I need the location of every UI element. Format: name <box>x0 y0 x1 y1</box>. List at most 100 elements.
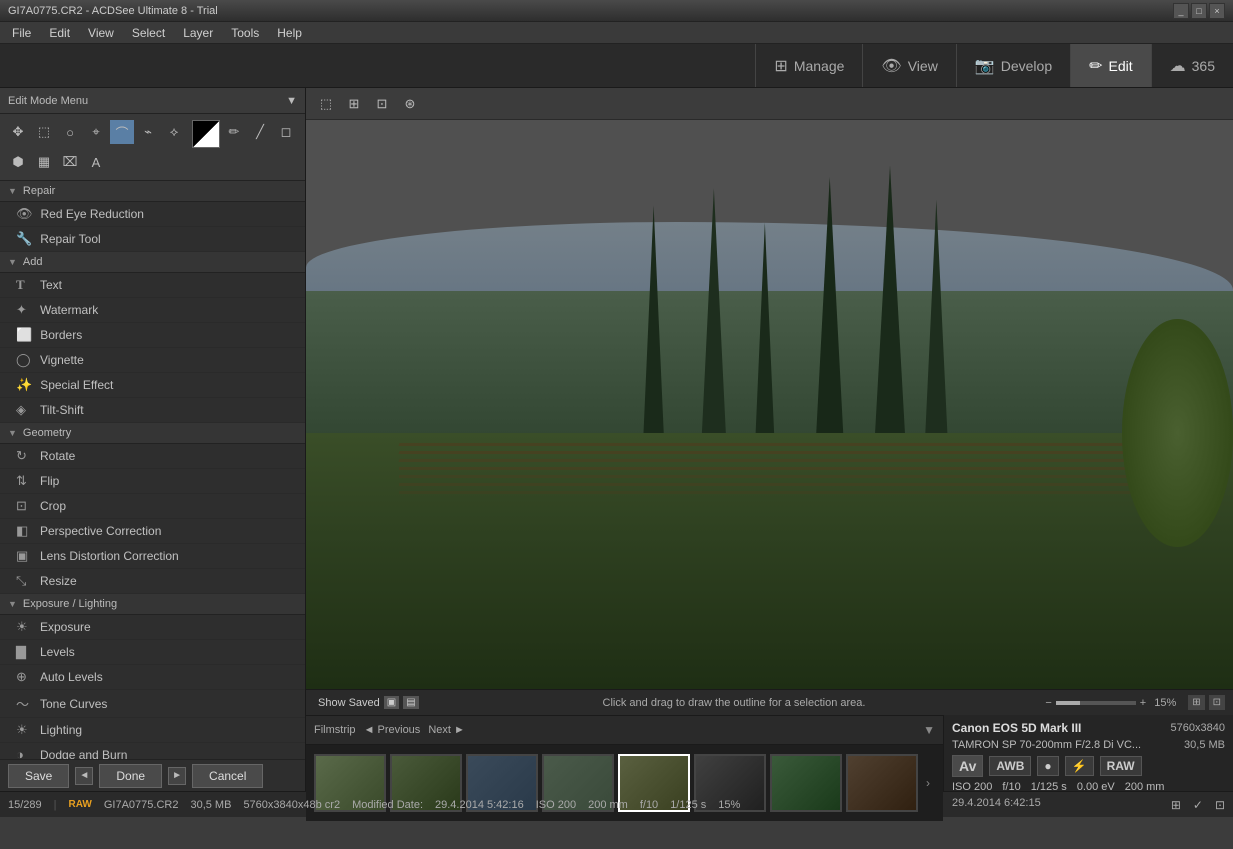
top-nav: ⊞ Manage 👁 View 📷 Develop ✏ Edit ☁ 365 <box>0 44 1233 88</box>
tool-fill[interactable]: ⬢ <box>6 150 30 174</box>
tool-select-circle[interactable]: ○ <box>58 120 82 144</box>
film-thumb-7[interactable] <box>770 754 842 812</box>
zoom-bar: Show Saved ▣ ▤ Click and drag to draw th… <box>306 689 1233 715</box>
tab-365[interactable]: ☁ 365 <box>1151 44 1233 87</box>
filmstrip-section: Filmstrip ◄ Previous Next ► ▼ › <box>306 715 943 791</box>
selection-rect-tool[interactable]: ⬚ <box>314 92 338 116</box>
tool-gradient[interactable]: ▦ <box>32 150 56 174</box>
menu-layer[interactable]: Layer <box>175 24 221 42</box>
special-effect-icon: ✨ <box>16 377 32 393</box>
item-rotate[interactable]: ↻ Rotate <box>0 444 305 469</box>
title-bar: GI7A0775.CR2 - ACDSee Ultimate 8 - Trial… <box>0 0 1233 22</box>
exposure-collapse-icon: ▼ <box>8 599 17 609</box>
item-watermark-label: Watermark <box>40 303 98 317</box>
prev-arrow[interactable]: ◄ <box>75 767 93 785</box>
mode-dropdown-icon[interactable]: ▼ <box>286 95 297 107</box>
fit-icon[interactable]: ⊞ <box>1188 695 1204 710</box>
menu-help[interactable]: Help <box>269 24 310 42</box>
selection-magic-tool[interactable]: ⊡ <box>370 92 394 116</box>
film-thumb-8[interactable] <box>846 754 918 812</box>
menu-edit[interactable]: Edit <box>41 24 78 42</box>
cancel-button[interactable]: Cancel <box>192 764 263 788</box>
tool-move[interactable]: ✥ <box>6 120 30 144</box>
tool-smart-select[interactable]: ⟡ <box>162 120 186 144</box>
metering-badge: ● <box>1037 756 1058 776</box>
edit-icon: ✏ <box>1089 56 1102 76</box>
menu-bar: File Edit View Select Layer Tools Help <box>0 22 1233 44</box>
zoom-slider[interactable] <box>1056 701 1136 705</box>
item-tilt-shift[interactable]: ◈ Tilt-Shift <box>0 398 305 423</box>
tool-text-tool[interactable]: A <box>84 150 108 174</box>
item-red-eye[interactable]: 👁 Red Eye Reduction <box>0 202 305 227</box>
photo-canvas[interactable] <box>306 120 1233 689</box>
save-button[interactable]: Save <box>8 764 69 788</box>
item-flip[interactable]: ⇅ Flip <box>0 469 305 494</box>
zoom-plus-icon[interactable]: + <box>1140 697 1146 709</box>
item-flip-label: Flip <box>40 474 59 488</box>
menu-file[interactable]: File <box>4 24 39 42</box>
tool-stamp[interactable]: ⌧ <box>58 150 82 174</box>
color-patch[interactable] <box>192 120 220 148</box>
item-resize[interactable]: ⤡ Resize <box>0 569 305 594</box>
filmstrip-next[interactable]: Next ► <box>428 724 465 736</box>
tab-develop[interactable]: 📷 Develop <box>956 44 1070 87</box>
filmstrip-prev[interactable]: ◄ Previous <box>364 724 421 736</box>
item-text-label: Text <box>40 278 62 292</box>
item-perspective[interactable]: ◧ Perspective Correction <box>0 519 305 544</box>
maximize-button[interactable]: □ <box>1191 3 1207 19</box>
item-watermark[interactable]: ✦ Watermark <box>0 298 305 323</box>
lens-distortion-icon: ▣ <box>16 548 32 564</box>
section-geometry-header[interactable]: ▼ Geometry <box>0 423 305 444</box>
tool-line[interactable]: ╱ <box>248 120 272 144</box>
item-exposure[interactable]: ☀ Exposure <box>0 615 305 640</box>
item-crop[interactable]: ⊡ Crop <box>0 494 305 519</box>
menu-select[interactable]: Select <box>124 24 173 42</box>
tab-view[interactable]: 👁 View <box>862 44 955 87</box>
filmstrip-dropdown-icon[interactable]: ▼ <box>923 723 935 737</box>
tab-edit[interactable]: ✏ Edit <box>1070 44 1151 87</box>
selection-refine-tool[interactable]: ⊞ <box>342 92 366 116</box>
raw-indicator: RAW <box>69 799 92 810</box>
item-auto-levels[interactable]: ⊕ Auto Levels <box>0 665 305 690</box>
zoom-minus-icon[interactable]: − <box>1045 697 1051 709</box>
item-borders[interactable]: ⬜ Borders <box>0 323 305 348</box>
tool-select-rect[interactable]: ⬚ <box>32 120 56 144</box>
tool-eraser[interactable]: ◻ <box>274 120 298 144</box>
item-tone-curves[interactable]: 〜 Tone Curves <box>0 690 305 718</box>
item-levels[interactable]: ▇ Levels <box>0 640 305 665</box>
item-lighting[interactable]: ☀ Lighting <box>0 718 305 743</box>
tilt-shift-icon: ◈ <box>16 402 32 418</box>
tool-magic-wand[interactable]: ⌖ <box>84 120 108 144</box>
done-button[interactable]: Done <box>99 764 162 788</box>
develop-icon: 📷 <box>975 56 995 76</box>
show-saved-button[interactable]: Show Saved ▣ ▤ <box>314 694 423 711</box>
close-button[interactable]: × <box>1209 3 1225 19</box>
section-add-header[interactable]: ▼ Add <box>0 252 305 273</box>
status-focal: 200 mm <box>588 799 628 811</box>
tool-brush-select[interactable]: ⌁ <box>136 120 160 144</box>
item-lens-distortion[interactable]: ▣ Lens Distortion Correction <box>0 544 305 569</box>
filmstrip-scroll-right[interactable]: › <box>922 776 934 790</box>
exif-row: ISO 200 f/10 1/125 s 0.00 eV 200 mm <box>952 781 1225 793</box>
section-exposure-header[interactable]: ▼ Exposure / Lighting <box>0 594 305 615</box>
section-repair-header[interactable]: ▼ Repair <box>0 181 305 202</box>
selection-overlay-tool[interactable]: ⊛ <box>398 92 422 116</box>
item-special-effect[interactable]: ✨ Special Effect <box>0 373 305 398</box>
minimize-button[interactable]: _ <box>1173 3 1189 19</box>
item-repair-tool[interactable]: 🔧 Repair Tool <box>0 227 305 252</box>
menu-view[interactable]: View <box>80 24 122 42</box>
tab-manage[interactable]: ⊞ Manage <box>755 44 862 87</box>
status-shutter: 1/125 s <box>670 799 706 811</box>
tool-lasso[interactable]: ⌒ <box>110 120 134 144</box>
image-area[interactable] <box>306 120 1233 689</box>
vignette-icon: ◯ <box>16 352 32 368</box>
item-vignette[interactable]: ◯ Vignette <box>0 348 305 373</box>
zoom-fit-icon[interactable]: ⊡ <box>1209 695 1225 710</box>
next-arrow[interactable]: ► <box>168 767 186 785</box>
menu-tools[interactable]: Tools <box>223 24 267 42</box>
tool-pencil[interactable]: ✏ <box>222 120 246 144</box>
repair-collapse-icon: ▼ <box>8 186 17 196</box>
main-layout: Edit Mode Menu ▼ ✥ ⬚ ○ ⌖ ⌒ ⌁ ⟡ ✏ ╱ ◻ ⬢ ▦… <box>0 88 1233 791</box>
left-panel-actions: Save ◄ Done ► Cancel <box>0 759 305 791</box>
item-text[interactable]: T Text <box>0 273 305 298</box>
